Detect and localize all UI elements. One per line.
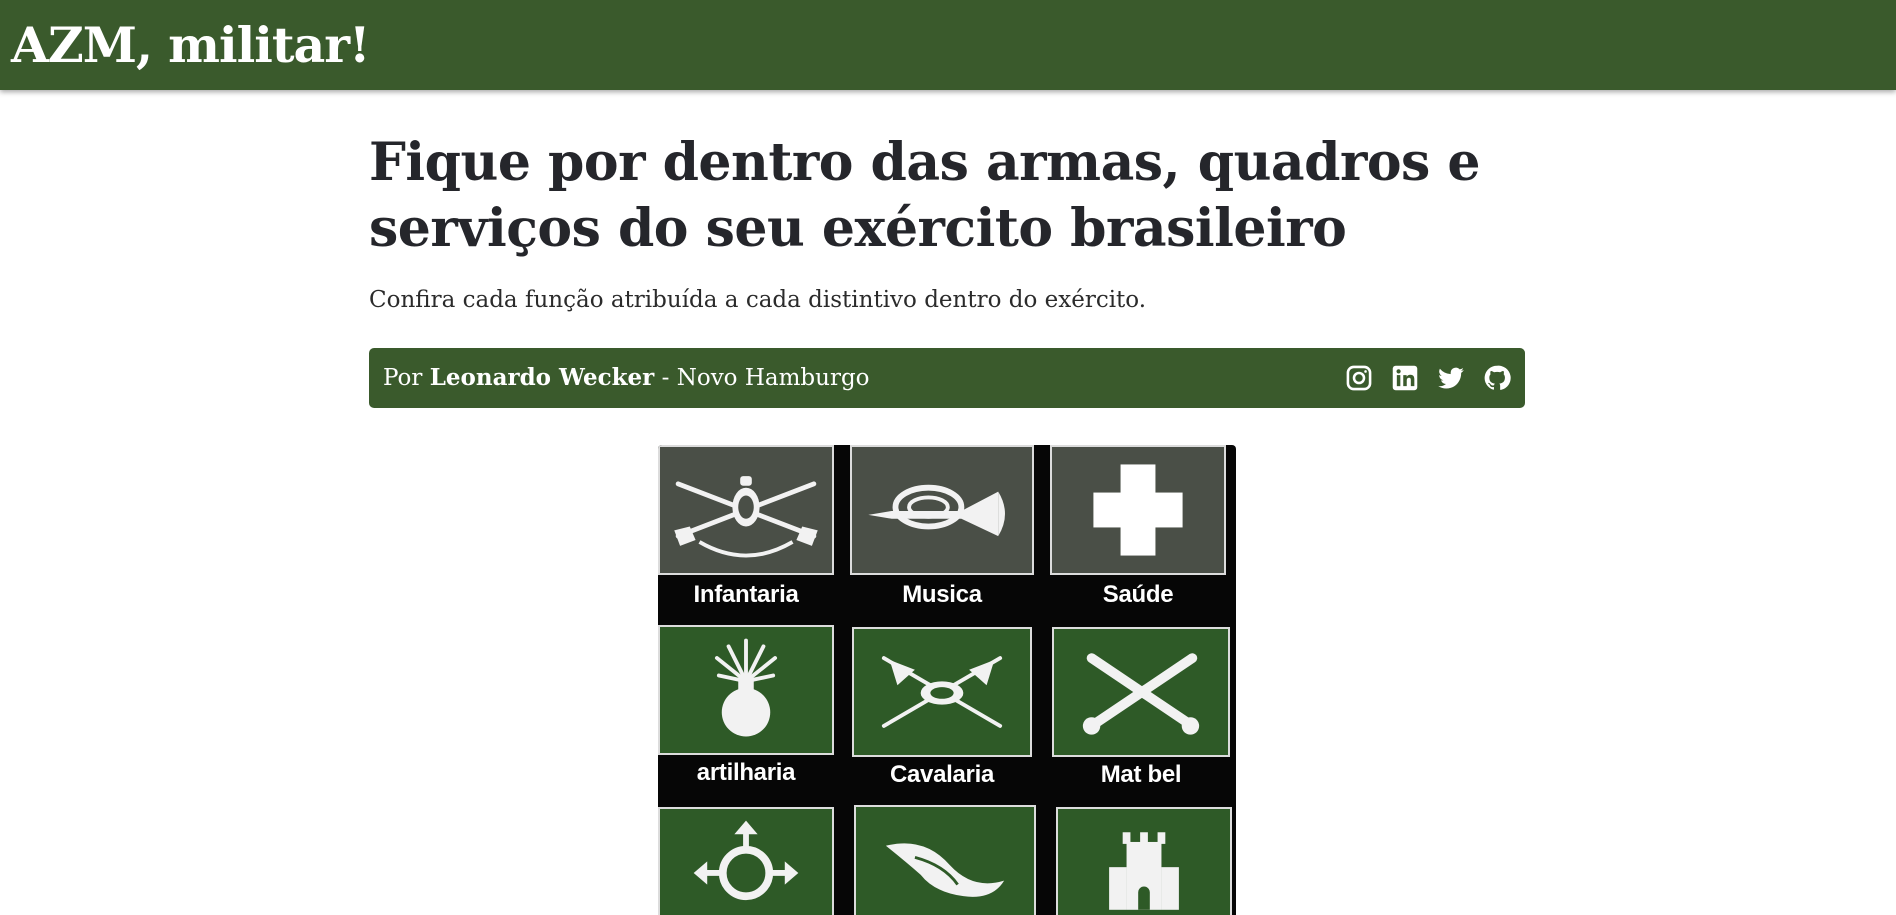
cross-icon — [1093, 464, 1183, 556]
crossed-lances-icon — [881, 656, 1003, 728]
top-navbar: AZM, militar! — [0, 0, 1896, 90]
brand-logo-link[interactable]: AZM, militar! — [11, 14, 371, 76]
article-title: Fique por dentro das armas, quadros e se… — [369, 132, 1481, 259]
castle-tower-icon — [1109, 832, 1179, 910]
author-name: Leonardo Wecker — [429, 364, 655, 391]
instagram-icon[interactable] — [1345, 364, 1373, 392]
crossed-rifles-icon — [674, 476, 818, 558]
byline: Por Leonardo Wecker - Novo Hamburgo — [383, 359, 870, 397]
badge-label: Saúde — [1102, 581, 1174, 608]
bugle-icon — [868, 484, 1005, 537]
badges-image: Infantaria Musica Saúde artilharia Caval… — [658, 445, 1236, 915]
badge-label: Infantaria — [693, 581, 799, 608]
author-bar: Por Leonardo Wecker - Novo Hamburgo — [369, 348, 1525, 408]
badge-label: Musica — [902, 581, 982, 608]
author-location: Novo Hamburgo — [676, 365, 870, 391]
crossed-cannons-icon — [1082, 653, 1200, 735]
github-icon[interactable] — [1483, 364, 1511, 392]
badge-label: artilharia — [696, 759, 796, 786]
byline-separator: - — [661, 365, 670, 391]
linkedin-icon[interactable] — [1391, 364, 1419, 392]
grenade-icon — [714, 638, 778, 737]
badge-label: Cavalaria — [889, 761, 995, 788]
social-links — [1345, 364, 1511, 392]
badge-label: Mat bel — [1100, 761, 1182, 788]
compass-arrows-icon — [693, 820, 799, 901]
twitter-icon[interactable] — [1437, 364, 1465, 392]
acanthus-leaf-icon — [885, 843, 1005, 897]
byline-prefix: Por — [383, 365, 423, 391]
article-subtitle: Confira cada função atribuída a cada dis… — [369, 287, 1147, 313]
